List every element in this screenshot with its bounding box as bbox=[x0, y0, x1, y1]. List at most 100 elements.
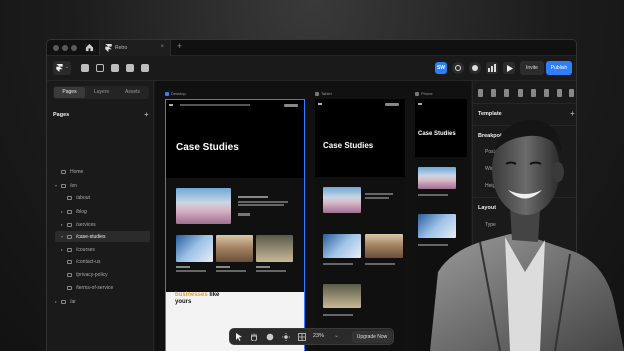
cursor-icon[interactable] bbox=[235, 333, 243, 341]
tab-assets[interactable]: Assets bbox=[117, 87, 148, 98]
tree-item-privacy-policy[interactable]: /privacy-policy bbox=[61, 270, 150, 281]
vector-icon[interactable] bbox=[126, 64, 134, 72]
comment-icon[interactable] bbox=[266, 333, 274, 341]
left-sidebar: Pages Layers Assets Pages + Home ▾/en /a… bbox=[47, 81, 154, 351]
upgrade-button[interactable]: Upgrade Now bbox=[352, 331, 392, 343]
zoom-level[interactable]: 23% bbox=[313, 333, 324, 339]
tree-item-en[interactable]: ▾/en bbox=[55, 180, 150, 191]
folder-icon bbox=[67, 247, 72, 252]
divider bbox=[473, 103, 576, 104]
tree-item-label: /about bbox=[76, 195, 90, 201]
tree-item-label: /terms-of-service bbox=[76, 285, 114, 291]
breakpoint-icon bbox=[165, 91, 169, 96]
window-close-dot[interactable] bbox=[53, 45, 59, 51]
case-study-title bbox=[238, 196, 268, 198]
analytics-icon[interactable] bbox=[486, 62, 498, 74]
publish-button[interactable]: Publish bbox=[546, 61, 572, 75]
tree-item-label: /courses bbox=[76, 247, 95, 253]
folder-icon bbox=[67, 209, 72, 214]
trusted-heading: Trusted by businesses like yours bbox=[175, 285, 219, 306]
breakpoint-icon bbox=[315, 91, 319, 96]
folder-icon bbox=[67, 222, 72, 227]
layout-icon[interactable] bbox=[96, 64, 104, 72]
card-title bbox=[256, 266, 270, 268]
add-page-button[interactable]: + bbox=[144, 110, 149, 119]
hand-icon[interactable] bbox=[250, 333, 258, 341]
align-bottom-icon[interactable] bbox=[544, 89, 549, 97]
tree-item-blog[interactable]: ▸/blog bbox=[61, 206, 150, 217]
distribute-horizontal-icon[interactable] bbox=[557, 89, 562, 97]
stage: Retro × + ⌄ SW Invite Publish Pages Laye… bbox=[0, 0, 624, 351]
site-nav-button bbox=[385, 103, 399, 106]
new-tab-button[interactable]: + bbox=[177, 41, 182, 51]
tree-item-case-studies[interactable]: ▾/case-studies bbox=[55, 231, 150, 242]
card-title bbox=[176, 266, 190, 268]
frame-label-tablet[interactable]: Tablet bbox=[315, 90, 332, 97]
tab-close-icon[interactable]: × bbox=[160, 44, 164, 50]
chevron-down-icon[interactable]: ⌄ bbox=[334, 332, 339, 339]
tree-item-terms-of-service[interactable]: /terms-of-service bbox=[61, 283, 150, 294]
distribute-vertical-icon[interactable] bbox=[569, 89, 574, 97]
site-logo bbox=[318, 103, 322, 105]
site-nav bbox=[180, 104, 250, 106]
tree-item-services[interactable]: ▸/services bbox=[61, 219, 150, 230]
folder-icon bbox=[61, 183, 66, 188]
desktop-frame[interactable]: Case Studies bbox=[165, 99, 305, 351]
case-study-image bbox=[256, 235, 293, 262]
settings-icon[interactable] bbox=[469, 62, 481, 74]
project-menu-button[interactable]: ⌄ bbox=[53, 61, 71, 75]
title-bar: Retro × + bbox=[47, 40, 576, 56]
frame-heading: Case Studies bbox=[176, 142, 239, 153]
preview-button[interactable] bbox=[503, 62, 515, 74]
tree-item-label: Home bbox=[70, 169, 84, 175]
tree-item-about[interactable]: /about bbox=[61, 193, 150, 204]
insert-icon[interactable] bbox=[81, 64, 89, 72]
align-right-icon[interactable] bbox=[504, 89, 509, 97]
folder-icon bbox=[67, 234, 72, 239]
site-logo bbox=[169, 104, 173, 106]
tab-layers[interactable]: Layers bbox=[86, 87, 117, 98]
case-study-image bbox=[323, 187, 361, 213]
home-icon bbox=[61, 169, 66, 174]
frame-label-phone[interactable]: Phone bbox=[415, 90, 433, 97]
align-top-icon[interactable] bbox=[518, 89, 523, 97]
framer-logo-icon bbox=[105, 44, 112, 52]
tree-item-label: /services bbox=[76, 222, 96, 228]
cms-icon[interactable] bbox=[141, 64, 149, 72]
case-study-image bbox=[323, 234, 361, 258]
card-text bbox=[176, 270, 206, 272]
grid-icon[interactable] bbox=[298, 333, 306, 341]
user-avatar[interactable]: SW bbox=[435, 62, 447, 74]
tablet-frame[interactable]: Case Studies bbox=[315, 99, 405, 351]
page-icon bbox=[67, 285, 72, 290]
tree-item-label: /en bbox=[70, 183, 77, 189]
frame-label-desktop[interactable]: Desktop bbox=[165, 90, 186, 97]
page-icon bbox=[67, 272, 72, 277]
tree-item-contact-us[interactable]: /contact-us bbox=[61, 257, 150, 268]
toolbar: ⌄ SW Invite Publish bbox=[47, 56, 576, 81]
tree-item-label: /privacy-policy bbox=[76, 272, 108, 278]
trusted-text: like bbox=[209, 292, 220, 298]
tree-item-ar[interactable]: ▸/ar bbox=[55, 296, 150, 307]
window-minimize-dot[interactable] bbox=[62, 45, 68, 51]
site-logo bbox=[418, 103, 422, 105]
case-study-image bbox=[216, 235, 253, 262]
window-maximize-dot[interactable] bbox=[71, 45, 77, 51]
tree-item-home[interactable]: Home bbox=[55, 167, 150, 178]
case-study-image bbox=[323, 284, 361, 308]
align-left-icon[interactable] bbox=[478, 89, 483, 97]
tab-pages[interactable]: Pages bbox=[54, 87, 85, 98]
canvas-toolbar: 23% ⌄ Upgrade Now bbox=[229, 328, 394, 345]
invite-button[interactable]: Invite bbox=[520, 61, 544, 75]
site-nav-button bbox=[284, 104, 298, 107]
card-text bbox=[323, 263, 353, 265]
align-middle-icon[interactable] bbox=[531, 89, 536, 97]
tree-item-courses[interactable]: ▸/courses bbox=[61, 244, 150, 255]
text-icon[interactable] bbox=[111, 64, 119, 72]
browser-tab[interactable]: Retro × bbox=[99, 40, 171, 56]
home-icon[interactable] bbox=[85, 43, 94, 52]
globe-icon[interactable] bbox=[452, 62, 464, 74]
trusted-accent-text: businesses bbox=[175, 292, 208, 298]
sun-icon[interactable] bbox=[282, 333, 290, 341]
align-center-icon[interactable] bbox=[491, 89, 496, 97]
